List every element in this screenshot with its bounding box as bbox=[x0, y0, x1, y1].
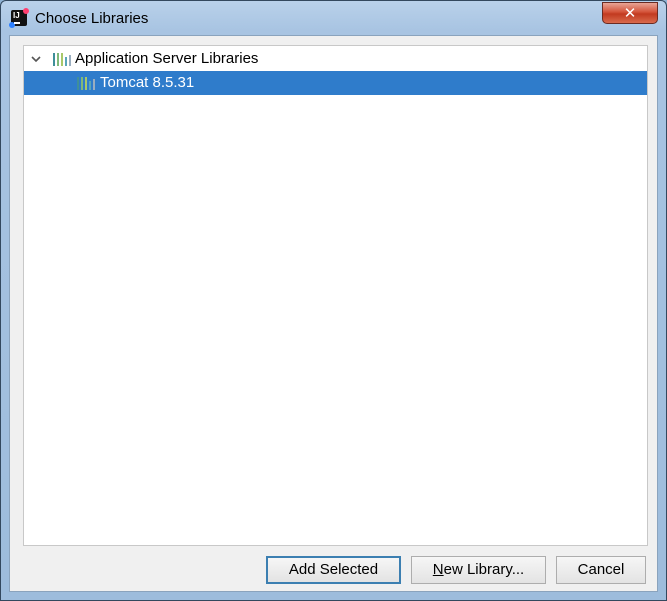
close-icon: ✕ bbox=[623, 4, 637, 22]
library-icon bbox=[53, 53, 71, 66]
window-title: Choose Libraries bbox=[35, 10, 149, 27]
libraries-tree[interactable]: Application Server Libraries Tomcat 8.5.… bbox=[23, 45, 648, 546]
new-library-button[interactable]: New Library... bbox=[411, 556, 546, 584]
close-button[interactable]: ✕ bbox=[602, 2, 658, 24]
button-label: ew Library... bbox=[443, 561, 525, 578]
choose-libraries-dialog: IJ Choose Libraries ✕ Application Server… bbox=[0, 0, 667, 601]
tree-node-label: Tomcat 8.5.31 bbox=[100, 74, 195, 91]
cancel-button[interactable]: Cancel bbox=[556, 556, 646, 584]
tree-node-label: Application Server Libraries bbox=[75, 50, 259, 67]
tree-node-tomcat[interactable]: Tomcat 8.5.31 bbox=[24, 71, 647, 95]
dialog-content: Application Server Libraries Tomcat 8.5.… bbox=[9, 35, 658, 592]
chevron-down-icon[interactable] bbox=[29, 47, 43, 71]
intellij-app-icon: IJ bbox=[9, 8, 29, 28]
tree-node-application-server-libraries[interactable]: Application Server Libraries bbox=[24, 47, 647, 71]
add-selected-button[interactable]: Add Selected bbox=[266, 556, 401, 584]
library-icon bbox=[77, 77, 95, 90]
title-bar[interactable]: IJ Choose Libraries ✕ bbox=[1, 1, 666, 35]
mnemonic-letter: N bbox=[432, 561, 444, 578]
